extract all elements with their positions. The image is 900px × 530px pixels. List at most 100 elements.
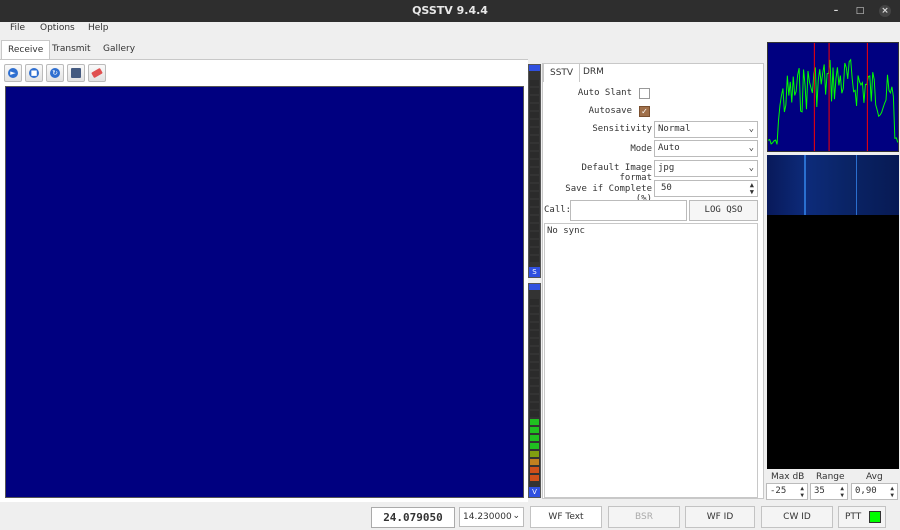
chevron-down-icon: ⌄ bbox=[748, 124, 754, 134]
meter-segment bbox=[530, 192, 539, 198]
meter-segment bbox=[530, 403, 539, 409]
meter-segment bbox=[530, 120, 539, 126]
erase-button[interactable] bbox=[88, 64, 106, 82]
tab-transmit[interactable]: Transmit bbox=[46, 40, 97, 59]
meter-segment bbox=[530, 224, 539, 230]
wf-id-button[interactable]: WF ID bbox=[685, 506, 755, 528]
max-db-label: Max dB bbox=[771, 472, 805, 482]
image-format-label: Default Image format bbox=[581, 163, 652, 183]
meter-segment bbox=[530, 80, 539, 86]
cw-id-button[interactable]: CW ID bbox=[761, 506, 833, 528]
meter-segment bbox=[530, 240, 539, 246]
meter-segment bbox=[530, 323, 539, 329]
wf-text-button[interactable]: WF Text bbox=[530, 506, 602, 528]
mode-label: Mode bbox=[630, 144, 652, 154]
spin-arrows-icon: ▲ ▼ bbox=[840, 485, 844, 499]
meter-segment bbox=[530, 208, 539, 214]
meter-segment bbox=[530, 395, 539, 401]
bsr-button[interactable]: BSR bbox=[608, 506, 680, 528]
start-button[interactable]: ► bbox=[4, 64, 22, 82]
tab-sstv[interactable]: SSTV bbox=[543, 63, 581, 82]
meter-segment bbox=[530, 467, 539, 473]
sensitivity-select[interactable]: Normal ⌄ bbox=[654, 121, 758, 138]
meter-segment bbox=[530, 232, 539, 238]
auto-slant-label: Auto Slant bbox=[577, 88, 632, 98]
meter-segment bbox=[530, 435, 539, 441]
meter-segment bbox=[530, 144, 539, 150]
meter-segment bbox=[530, 176, 539, 182]
meter-segment bbox=[530, 315, 539, 321]
chevron-down-icon: ⌄ bbox=[512, 511, 520, 521]
chevron-down-icon: ⌄ bbox=[748, 143, 754, 153]
menu-file[interactable]: File bbox=[10, 23, 25, 33]
autosave-label: Autosave bbox=[588, 106, 632, 116]
meter-segment bbox=[530, 347, 539, 353]
ptt-label: PTT bbox=[845, 512, 862, 522]
meter-segment bbox=[530, 307, 539, 313]
title-bar: QSSTV 9.4.4 – □ × bbox=[0, 0, 900, 22]
meter-segment bbox=[530, 200, 539, 206]
meter-segment bbox=[530, 411, 539, 417]
avg-label: Avg bbox=[866, 472, 883, 482]
meter-segment bbox=[530, 339, 539, 345]
meter-segment bbox=[530, 88, 539, 94]
autosave-checkbox[interactable]: ✓ bbox=[639, 106, 650, 117]
menu-help[interactable]: Help bbox=[88, 23, 109, 33]
meter-segment bbox=[530, 387, 539, 393]
save-button[interactable] bbox=[67, 64, 85, 82]
meter-segment bbox=[530, 363, 539, 369]
volume-meter-label: V bbox=[529, 487, 540, 497]
meter-segment bbox=[530, 419, 539, 425]
range-spinbox[interactable]: 35 ▲ ▼ bbox=[810, 483, 848, 500]
tab-gallery[interactable]: Gallery bbox=[97, 40, 141, 59]
meter-segment bbox=[530, 443, 539, 449]
menu-options[interactable]: Options bbox=[40, 23, 75, 33]
log-qso-button[interactable]: LOG QSO bbox=[689, 200, 758, 221]
avg-spinbox[interactable]: 0,90 ▲ ▼ bbox=[851, 483, 898, 500]
tab-drm[interactable]: DRM bbox=[577, 63, 610, 82]
max-db-spinbox[interactable]: -25 ▲ ▼ bbox=[766, 483, 808, 500]
spectrum-display bbox=[767, 42, 899, 152]
meter-segment bbox=[530, 355, 539, 361]
meter-segment bbox=[530, 96, 539, 102]
sync-meter: S bbox=[528, 64, 541, 278]
meter-segment bbox=[530, 256, 539, 262]
meter-segment bbox=[530, 168, 539, 174]
image-format-select[interactable]: jpg ⌄ bbox=[654, 160, 758, 177]
tab-receive[interactable]: Receive bbox=[1, 40, 51, 59]
meter-segment bbox=[530, 152, 539, 158]
frequency-select[interactable]: 14.230000 ⌄ bbox=[459, 507, 524, 527]
minimize-icon[interactable]: – bbox=[830, 5, 842, 17]
meter-segment bbox=[530, 160, 539, 166]
stop-button[interactable]: ■ bbox=[25, 64, 43, 82]
ptt-indicator bbox=[869, 511, 881, 523]
play-icon: ► bbox=[8, 68, 18, 78]
resync-button[interactable]: ↻ bbox=[46, 64, 64, 82]
save-complete-spinbox[interactable]: 50 ▲ ▼ bbox=[654, 180, 758, 197]
spin-arrows-icon: ▲ ▼ bbox=[890, 485, 894, 499]
meter-segment bbox=[530, 299, 539, 305]
meter-segment bbox=[530, 459, 539, 465]
meter-segment bbox=[530, 451, 539, 457]
spin-arrows-icon: ▲ ▼ bbox=[800, 485, 804, 499]
close-icon[interactable]: × bbox=[879, 5, 891, 17]
meter-segment bbox=[530, 427, 539, 433]
meter-segment bbox=[530, 136, 539, 142]
auto-slant-checkbox[interactable] bbox=[639, 88, 650, 99]
maximize-icon[interactable]: □ bbox=[854, 5, 866, 17]
meter-segment bbox=[530, 104, 539, 110]
ptt-button[interactable]: PTT bbox=[838, 506, 886, 528]
sync-status: No sync bbox=[547, 226, 585, 236]
meter-segment bbox=[530, 128, 539, 134]
meter-segment bbox=[530, 475, 539, 481]
status-log: No sync bbox=[544, 223, 758, 498]
window-title: QSSTV 9.4.4 bbox=[412, 4, 488, 17]
sensitivity-label: Sensitivity bbox=[592, 124, 652, 134]
meter-segment bbox=[530, 379, 539, 385]
meter-segment bbox=[530, 216, 539, 222]
sync-meter-label: S bbox=[529, 267, 540, 277]
mode-select[interactable]: Auto ⌄ bbox=[654, 140, 758, 157]
refresh-icon: ↻ bbox=[50, 68, 60, 78]
range-label: Range bbox=[816, 472, 845, 482]
call-input[interactable] bbox=[570, 200, 687, 221]
